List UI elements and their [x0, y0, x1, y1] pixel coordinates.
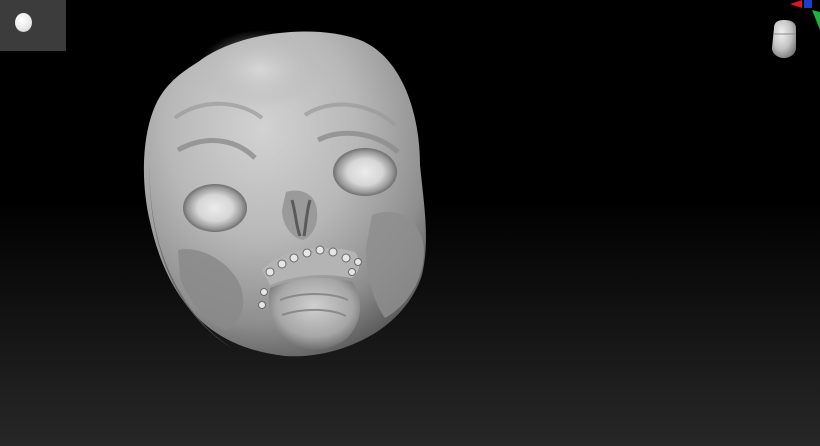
- cranial-dome: [198, 30, 322, 110]
- axis-gizmo-icon[interactable]: [756, 0, 820, 62]
- right-eye-socket: [333, 148, 397, 196]
- sculpt-viewport[interactable]: [0, 0, 820, 446]
- left-eye-socket: [183, 184, 247, 232]
- skull-model[interactable]: [0, 0, 820, 446]
